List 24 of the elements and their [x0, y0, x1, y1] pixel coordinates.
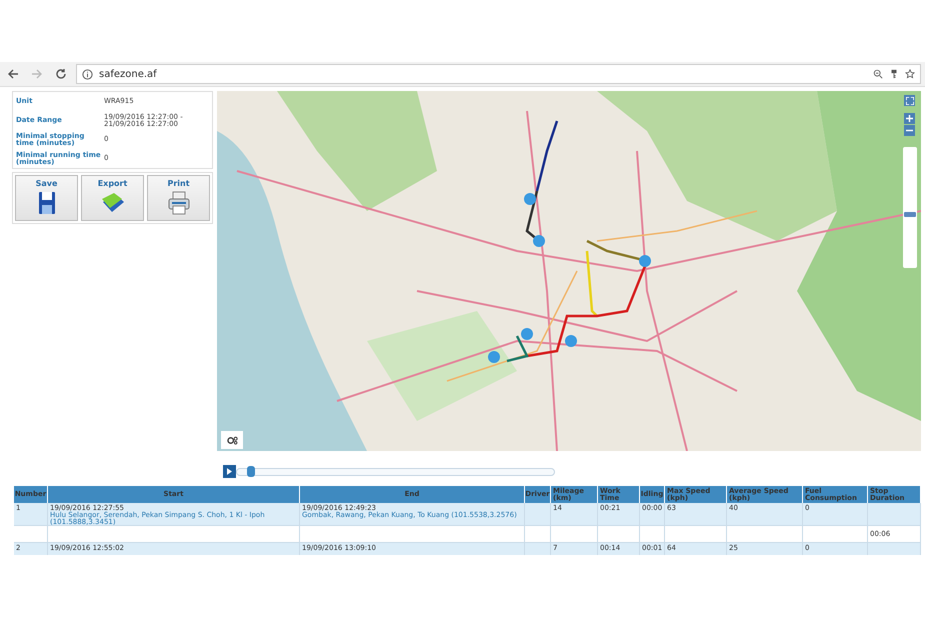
zoom-icon[interactable]	[873, 69, 883, 79]
print-button[interactable]: Print	[147, 175, 210, 221]
play-button[interactable]	[223, 465, 236, 478]
address-field[interactable]: safezone.af	[76, 64, 921, 84]
play-icon	[227, 468, 232, 475]
playback-slider[interactable]	[236, 468, 555, 476]
save-button[interactable]: Save	[15, 175, 78, 221]
reload-icon[interactable]	[55, 68, 67, 80]
gear-icon	[226, 436, 238, 444]
zoom-in-button[interactable]	[904, 113, 915, 124]
fullscreen-button[interactable]	[904, 95, 915, 106]
zoom-slider[interactable]	[903, 147, 917, 268]
plus-icon	[906, 115, 913, 122]
info-icon[interactable]	[82, 68, 93, 80]
minus-icon	[906, 127, 913, 134]
key-icon[interactable]	[889, 69, 899, 79]
zoom-out-button[interactable]	[904, 125, 915, 136]
zoom-slider-thumb[interactable]	[904, 212, 916, 218]
settings-button[interactable]	[221, 431, 243, 449]
playback-slider-thumb[interactable]	[246, 466, 254, 476]
star-icon[interactable]	[905, 69, 915, 79]
fullscreen-icon	[906, 96, 914, 104]
export-button[interactable]: Export	[81, 175, 144, 221]
back-icon[interactable]	[7, 68, 19, 80]
